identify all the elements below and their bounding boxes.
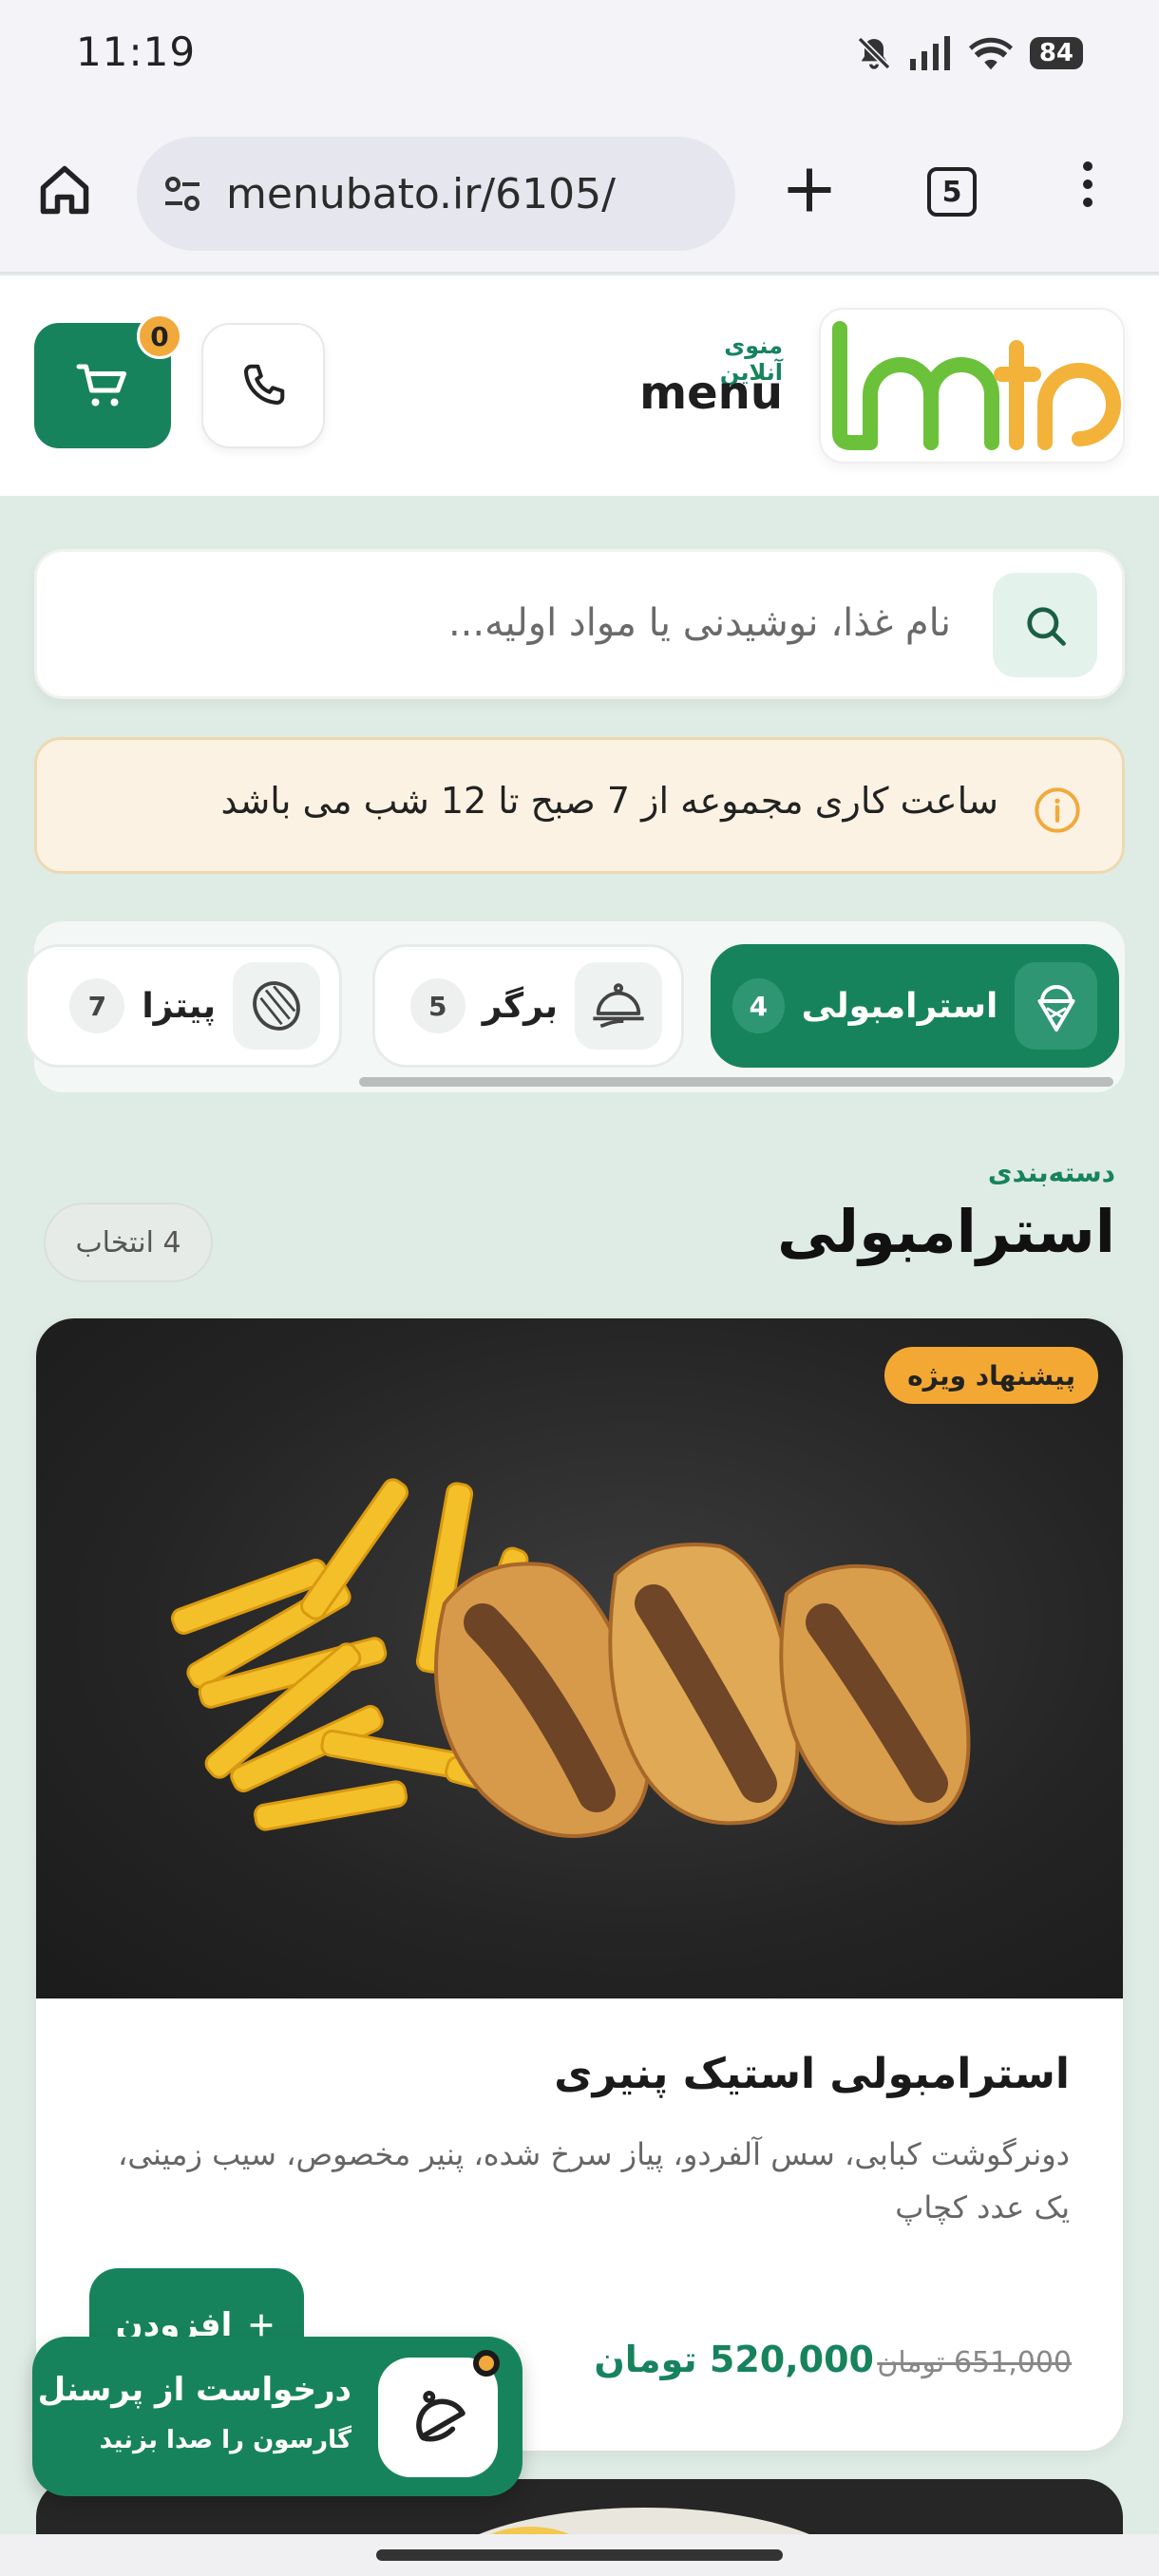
- brand-title: menu: [639, 367, 783, 420]
- category-count: 4: [732, 978, 785, 1033]
- cart-count-badge: 0: [137, 313, 182, 359]
- category-label: پیتزا: [142, 986, 216, 1026]
- search-bar[interactable]: نام غذا، نوشیدنی یا مواد اولیه...: [34, 549, 1125, 699]
- search-input[interactable]: نام غذا، نوشیدنی یا مواد اولیه...: [448, 601, 951, 645]
- signal-icon: [909, 36, 952, 70]
- gesture-handle[interactable]: [376, 2549, 783, 2561]
- more-options-icon[interactable]: [1083, 161, 1092, 207]
- new-tab-icon[interactable]: [781, 161, 838, 218]
- address-bar[interactable]: menubato.ir/6105/: [137, 137, 735, 251]
- status-bar: 11:19 84: [0, 0, 1159, 114]
- category-tab-pizza[interactable]: پیتزا 7: [25, 944, 342, 1068]
- battery-icon: 84: [1029, 37, 1083, 69]
- product-price: 520,000 تومان: [594, 2339, 874, 2380]
- call-waiter-subtitle: گارسون را صدا بزنید: [99, 2426, 352, 2454]
- waiter-bell-icon: [378, 2358, 498, 2477]
- stromboli-slices: [434, 1543, 971, 1838]
- category-scrollbar[interactable]: [359, 1077, 1113, 1087]
- url-text: menubato.ir/6105/: [226, 169, 616, 218]
- section-kicker: دسته‌بندی: [987, 1157, 1115, 1188]
- category-tabs: استرامبولی 4 برگر 5 پیتزا 7: [25, 921, 1125, 1092]
- special-offer-badge: پیشنهاد ویژه: [884, 1347, 1098, 1404]
- product-old-price: 651,000 تومان: [877, 2346, 1072, 2379]
- home-icon[interactable]: [36, 161, 93, 218]
- browser-toolbar: menubato.ir/6105/ 5: [0, 114, 1159, 274]
- info-icon: [1033, 786, 1082, 835]
- category-label: استرامبولی: [801, 986, 998, 1026]
- ice-cream-icon: [1015, 962, 1097, 1050]
- category-tab-burger[interactable]: برگر 5: [372, 944, 684, 1068]
- working-hours-banner: ساعت کاری مجموعه از 7 صبح تا 12 شب می با…: [34, 737, 1125, 874]
- call-waiter-title: درخواست از پرسنل: [37, 2371, 352, 2409]
- bell-off-icon: [855, 34, 893, 72]
- search-icon: [1020, 600, 1070, 650]
- section-title: استرامبولی: [777, 1197, 1115, 1266]
- call-waiter-button[interactable]: درخواست از پرسنل گارسون را صدا بزنید: [32, 2337, 522, 2496]
- tab-switcher-button[interactable]: 5: [927, 167, 977, 217]
- phone-icon: [238, 360, 289, 411]
- product-image: [36, 1318, 1123, 1998]
- site-header: 0 منوی آنلاین menu: [0, 275, 1159, 496]
- category-count: 5: [409, 978, 466, 1033]
- site-settings-icon[interactable]: [160, 171, 205, 217]
- items-count-pill: 4 انتخاب: [44, 1203, 213, 1282]
- cloche-icon: [575, 962, 662, 1050]
- product-name: استرامبولی استیک پنیری: [554, 2050, 1070, 2098]
- product-card[interactable]: پیشنهاد ویژه استرامبولی استیک پنیری دونر…: [36, 1318, 1123, 2451]
- search-button[interactable]: [993, 573, 1097, 677]
- bato-logo[interactable]: [819, 308, 1125, 464]
- cart-icon: [74, 357, 131, 414]
- category-tab-strombolis[interactable]: استرامبولی 4: [711, 944, 1119, 1068]
- status-icons: 84: [855, 34, 1083, 72]
- notification-dot: [473, 2350, 500, 2377]
- call-button[interactable]: [201, 323, 325, 448]
- wifi-icon: [968, 36, 1013, 70]
- working-hours-text: ساعت کاری مجموعه از 7 صبح تا 12 شب می با…: [220, 780, 999, 822]
- category-label: برگر: [482, 986, 558, 1026]
- category-count: 7: [69, 978, 125, 1033]
- status-time: 11:19: [76, 28, 197, 75]
- product-description: دونرگوشت کبابی، سس آلفردو، پیاز سرخ شده،…: [117, 2136, 1070, 2226]
- pizza-icon: [233, 962, 320, 1050]
